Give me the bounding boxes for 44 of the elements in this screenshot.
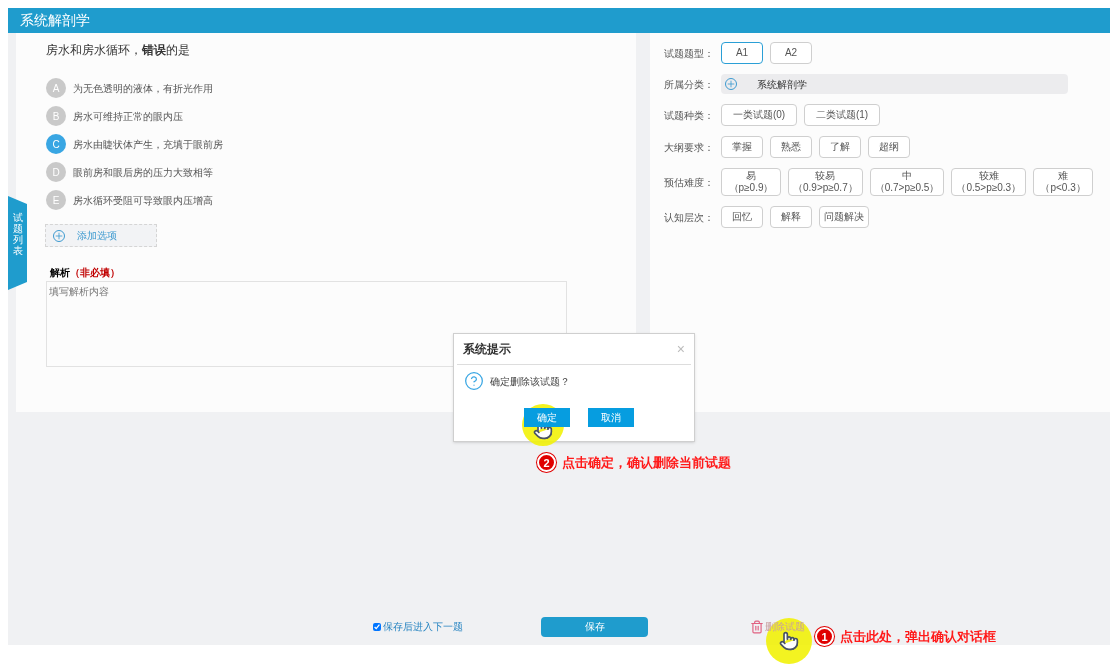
optional-note: （非必填）	[70, 266, 120, 280]
side-tab-label: 试题列表	[12, 212, 23, 256]
option-button[interactable]: 超纲	[868, 136, 910, 158]
option-button[interactable]: 掌握	[721, 136, 763, 158]
property-label: 认知层次：	[664, 210, 715, 225]
option-button[interactable]: A2	[770, 42, 812, 64]
next-question-checkbox[interactable]	[373, 622, 381, 631]
option-button[interactable]: A1	[721, 42, 763, 64]
option-button[interactable]: 问题解决	[819, 206, 869, 228]
property-label: 试题题型：	[664, 46, 715, 61]
step-number: 1	[815, 627, 834, 647]
trash-icon	[750, 619, 764, 634]
option-text: 房水可维持正常的眼内压	[73, 109, 183, 124]
option-button[interactable]: 难 （p<0.3）	[1033, 168, 1094, 196]
property-label: 大纲要求：	[664, 140, 715, 155]
option-button[interactable]: 一类试题(0)	[721, 104, 797, 126]
question-stem: 房水和房水循环，错误的是	[46, 42, 191, 59]
hand-cursor-icon	[779, 631, 799, 651]
option-button[interactable]: 了解	[819, 136, 861, 158]
option-text: 房水循环受阻可导致眼内压增高	[73, 193, 213, 208]
option-button[interactable]: 中 （0.7>p≥0.5）	[869, 168, 945, 196]
annotation-text: 点击此处，弹出确认对话框	[840, 628, 996, 646]
option-text: 眼前房和眼后房的压力大致相等	[73, 165, 213, 180]
header-title: 系统解剖学	[20, 11, 90, 30]
property-label: 所属分类：	[664, 77, 715, 92]
category-bar[interactable]: 系统解剖学	[721, 74, 1068, 94]
dialog-message: 确定删除该试题？	[490, 374, 570, 389]
property-label: 试题种类：	[664, 108, 715, 123]
checkbox-label[interactable]: 保存后进入下一题	[383, 619, 463, 634]
option-button[interactable]: 解释	[770, 206, 812, 228]
property-label: 预估难度：	[664, 175, 715, 190]
option-button[interactable]: 较难 （0.5>p≥0.3）	[951, 168, 1027, 196]
option-text: 房水由睫状体产生，充填于眼前房	[73, 137, 223, 152]
analysis-label: 解析	[50, 266, 70, 280]
option-button[interactable]: 回忆	[721, 206, 763, 228]
option-button[interactable]: 二类试题(1)	[804, 104, 880, 126]
option-button[interactable]: 易 （p≥0.9）	[721, 168, 781, 196]
annotation-text: 点击确定，确认删除当前试题	[562, 454, 731, 472]
question-icon	[464, 371, 484, 391]
option-button[interactable]: 熟悉	[770, 136, 812, 158]
category-value: 系统解剖学	[757, 77, 807, 92]
option-text: 为无色透明的液体，有折光作用	[73, 81, 213, 96]
option-button[interactable]: 较易 （0.9>p≥0.7）	[788, 168, 863, 196]
dialog-title: 系统提示	[463, 341, 511, 358]
